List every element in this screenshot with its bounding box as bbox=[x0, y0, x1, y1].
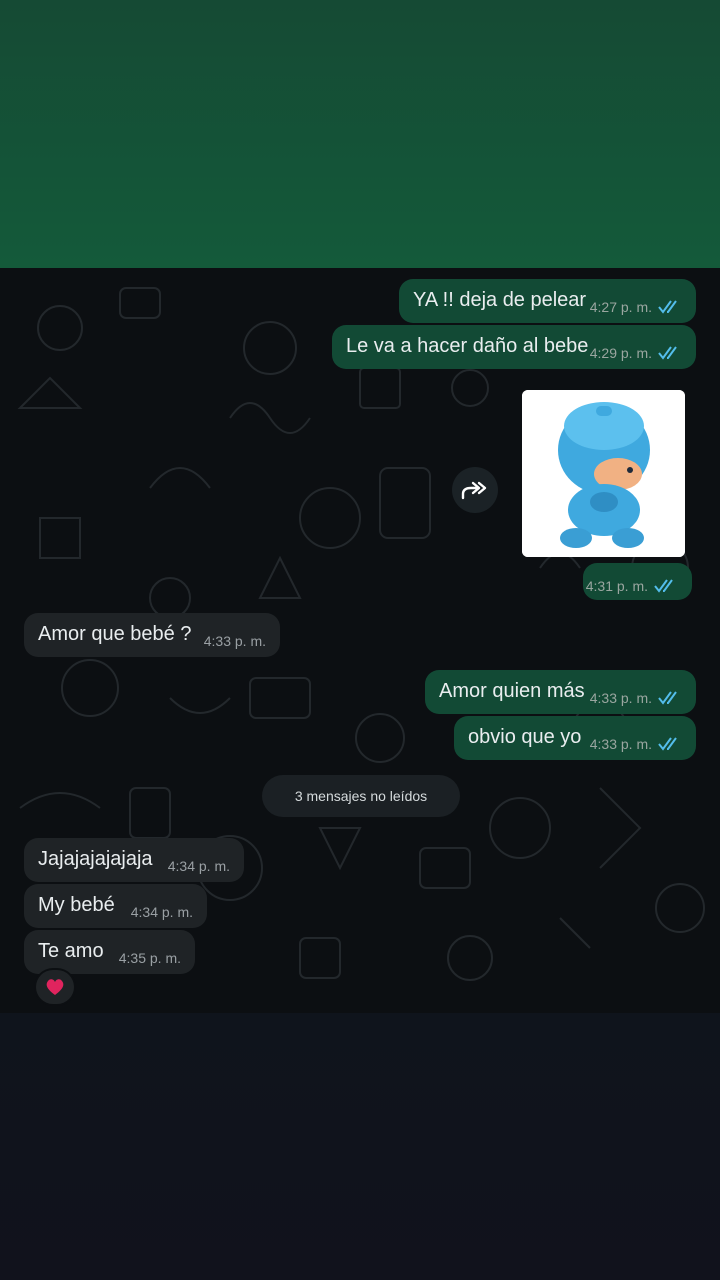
message-time: 4:31 p. m. bbox=[585, 578, 648, 594]
pocoyo-sticker bbox=[522, 390, 685, 557]
double-check-icon bbox=[658, 346, 677, 360]
message-time: 4:35 p. m. bbox=[118, 950, 181, 966]
message-text: Te amo bbox=[38, 940, 104, 962]
message-meta: 4:34 p. m. bbox=[168, 858, 230, 874]
double-check-icon bbox=[658, 737, 677, 751]
message-incoming[interactable]: My bebé 4:34 p. m. bbox=[24, 884, 207, 928]
message-text: Amor quien más bbox=[439, 680, 585, 702]
message-outgoing[interactable]: obvio que yo 4:33 p. m. bbox=[454, 716, 696, 760]
message-meta: 4:33 p. m. bbox=[590, 690, 682, 706]
message-incoming[interactable]: Jajajajajajaja 4:34 p. m. bbox=[24, 838, 244, 882]
message-text: obvio que yo bbox=[468, 726, 582, 748]
message-text: Jajajajajajaja bbox=[38, 848, 153, 870]
message-meta: 4:31 p. m. bbox=[586, 578, 678, 594]
unread-messages-banner: 3 mensajes no leídos bbox=[262, 775, 460, 817]
message-outgoing-timestamp[interactable]: 4:31 p. m. bbox=[583, 563, 692, 600]
message-outgoing[interactable]: Amor quien más 4:33 p. m. bbox=[425, 670, 696, 714]
message-meta: 4:34 p. m. bbox=[131, 904, 193, 920]
message-meta: 4:29 p. m. bbox=[590, 345, 682, 361]
double-check-icon bbox=[658, 691, 677, 705]
message-time: 4:33 p. m. bbox=[589, 690, 652, 706]
message-meta: 4:33 p. m. bbox=[590, 736, 682, 752]
reaction-badge[interactable] bbox=[36, 970, 74, 1004]
message-time: 4:33 p. m. bbox=[589, 736, 652, 752]
message-outgoing[interactable]: Le va a hacer daño al bebe 4:29 p. m. bbox=[332, 325, 696, 369]
message-text: Le va a hacer daño al bebe bbox=[346, 335, 589, 357]
forward-button[interactable] bbox=[452, 467, 498, 513]
message-text: My bebé bbox=[38, 894, 115, 916]
message-meta: 4:33 p. m. bbox=[204, 633, 266, 649]
message-time: 4:29 p. m. bbox=[589, 345, 652, 361]
message-meta: 4:27 p. m. bbox=[590, 299, 682, 315]
chat-area[interactable]: YA !! deja de pelear 4:27 p. m. Le va a … bbox=[0, 268, 720, 1013]
sticker-image[interactable] bbox=[522, 390, 685, 557]
message-incoming[interactable]: Amor que bebé ? 4:33 p. m. bbox=[24, 613, 280, 657]
message-outgoing[interactable]: YA !! deja de pelear 4:27 p. m. bbox=[399, 279, 696, 323]
heart-icon bbox=[46, 979, 64, 995]
message-time: 4:33 p. m. bbox=[203, 633, 266, 649]
message-time: 4:27 p. m. bbox=[589, 299, 652, 315]
message-time: 4:34 p. m. bbox=[167, 858, 230, 874]
message-text: YA !! deja de pelear bbox=[413, 289, 587, 311]
message-meta: 4:35 p. m. bbox=[119, 950, 181, 966]
message-incoming[interactable]: Te amo 4:35 p. m. bbox=[24, 930, 195, 974]
message-time: 4:34 p. m. bbox=[130, 904, 193, 920]
message-text: Amor que bebé ? bbox=[38, 623, 192, 645]
top-band bbox=[0, 0, 720, 268]
double-check-icon bbox=[658, 300, 677, 314]
bottom-band bbox=[0, 1013, 720, 1280]
double-check-icon bbox=[654, 579, 673, 593]
forward-icon bbox=[461, 481, 487, 500]
